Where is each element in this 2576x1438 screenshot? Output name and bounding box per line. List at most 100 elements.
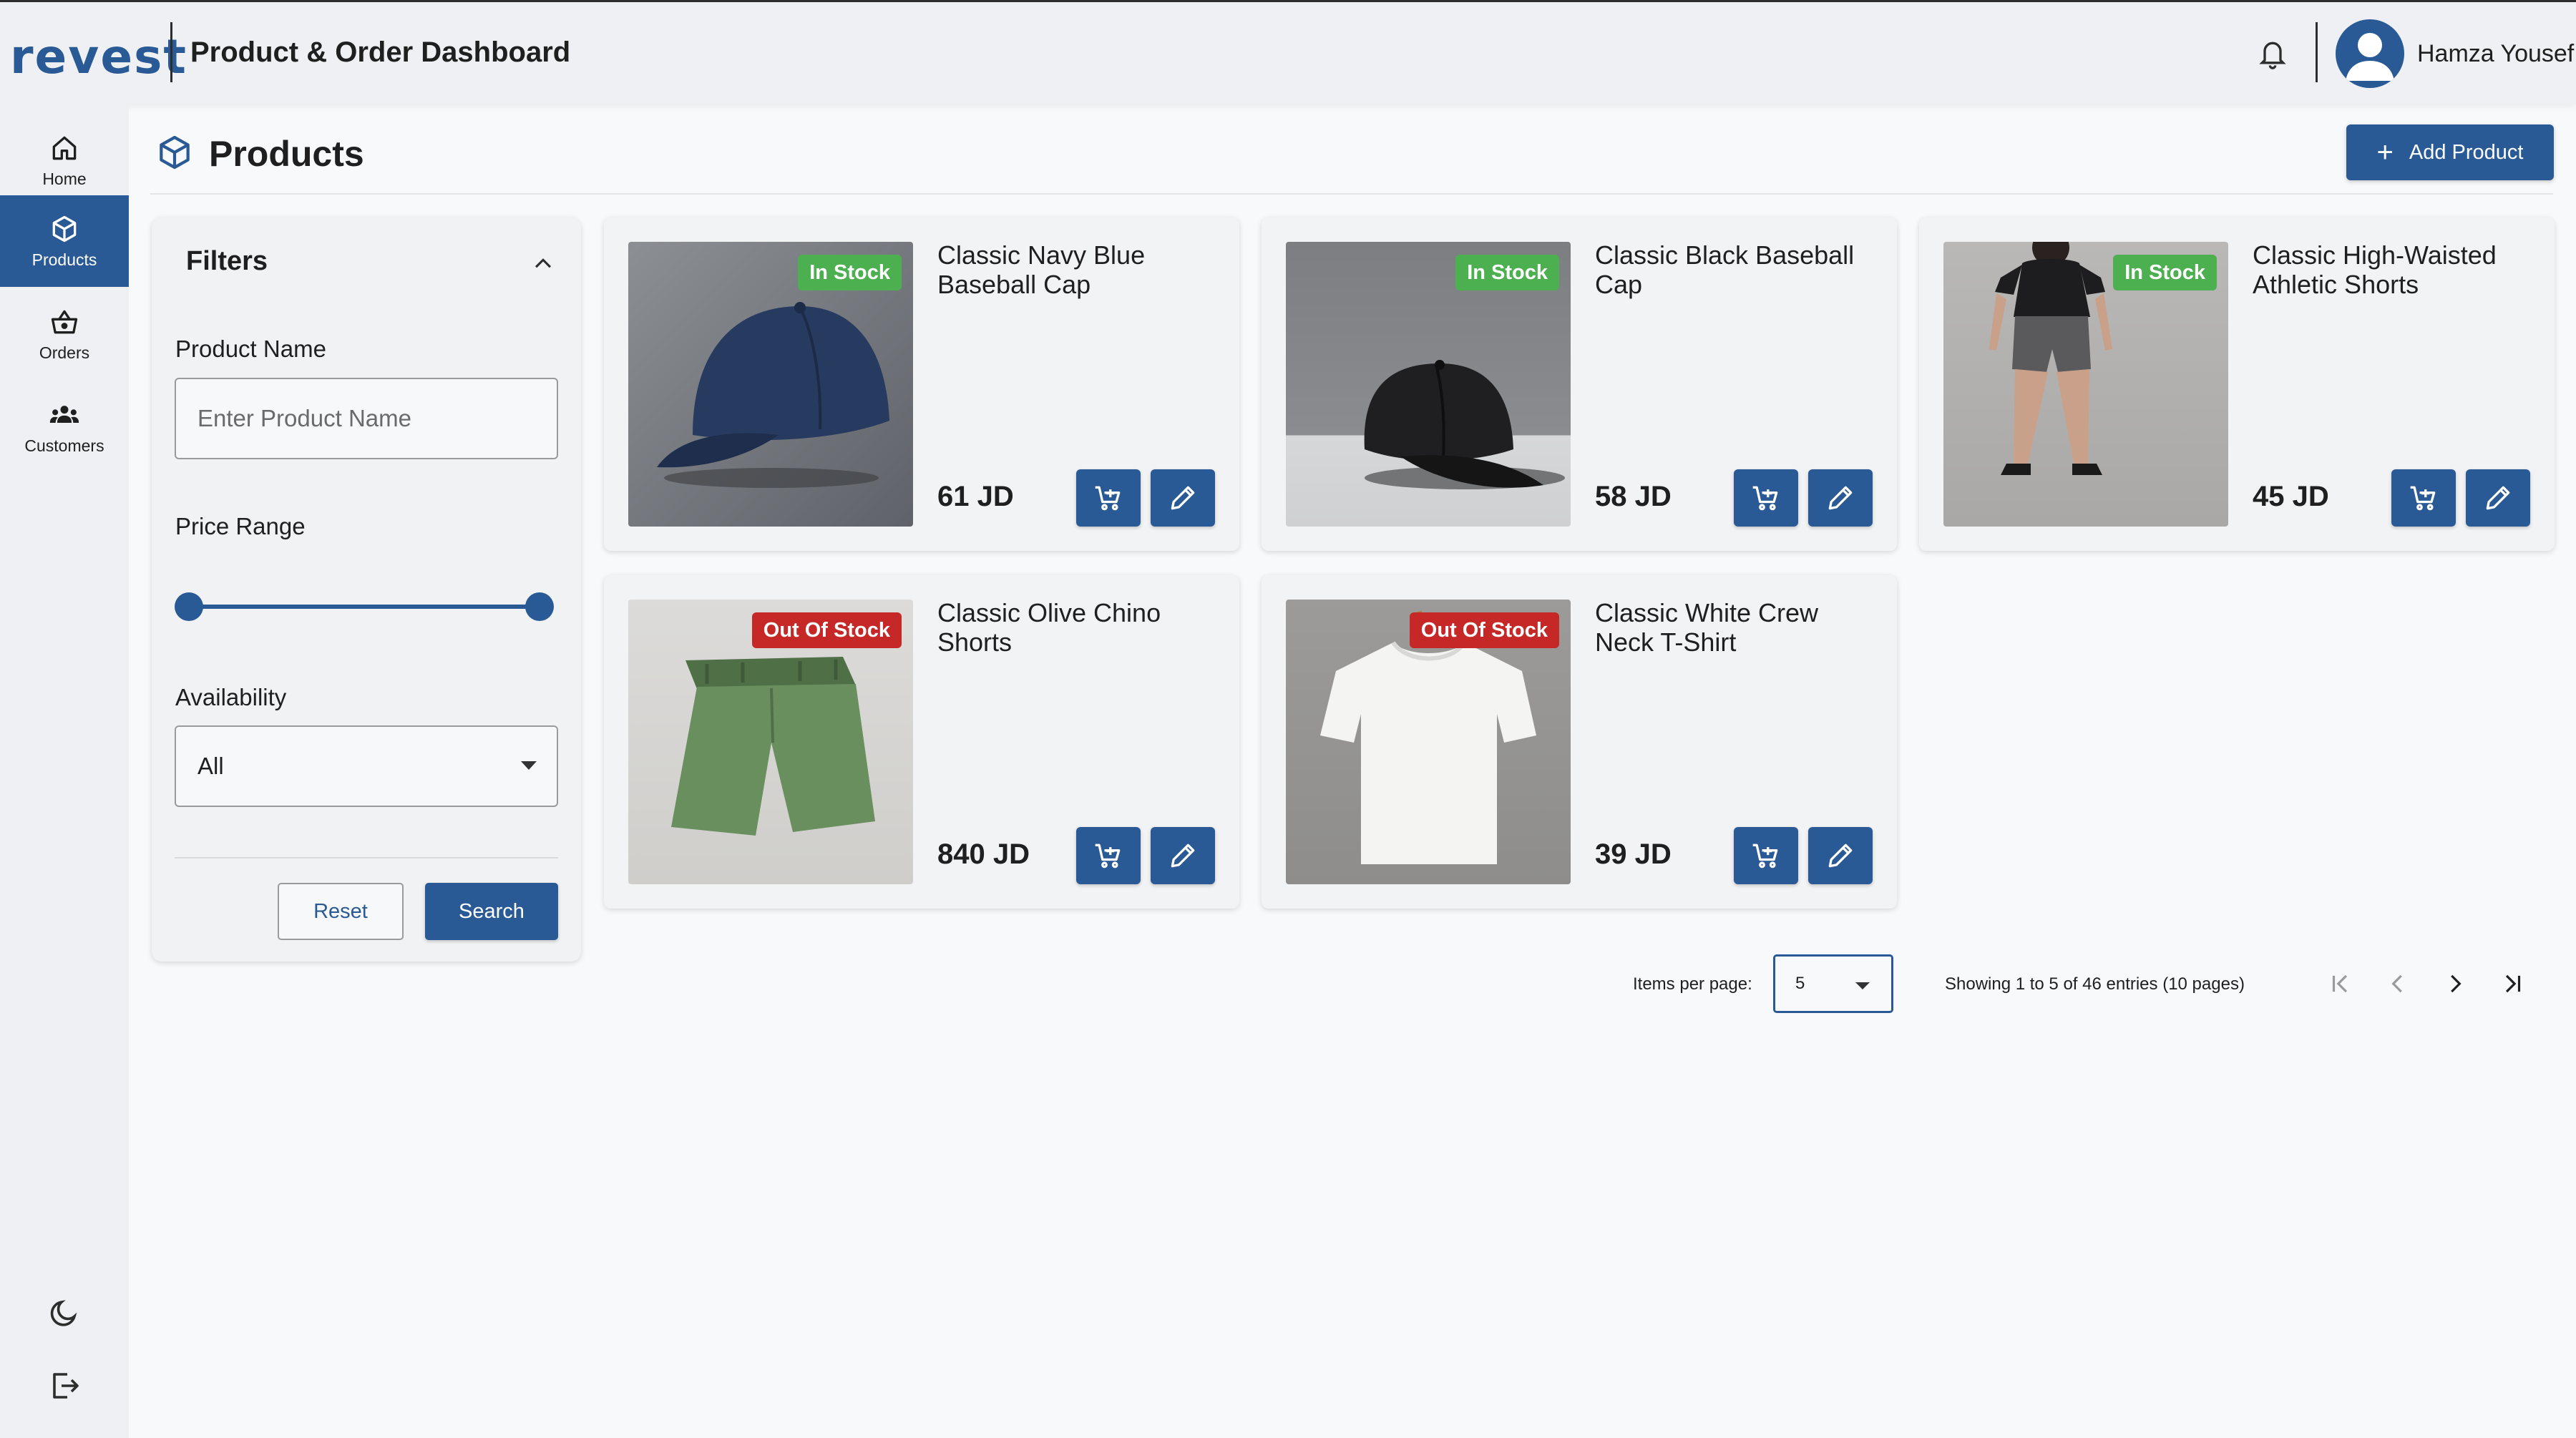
product-image: In Stock (1286, 242, 1571, 527)
product-name-input[interactable] (175, 378, 558, 459)
product-price: 39 JD (1595, 838, 1672, 870)
chevron-up-icon[interactable] (531, 252, 555, 276)
previous-page-icon[interactable] (2384, 970, 2411, 997)
product-image: In Stock (628, 242, 913, 527)
pencil-icon (2486, 486, 2510, 510)
availability-label: Availability (175, 684, 287, 710)
entries-summary: Showing 1 to 5 of 46 entries (10 pages) (1945, 974, 2245, 994)
cart-plus-icon (1752, 486, 1778, 511)
filters-panel: Filters Product Name Price Range Availab… (152, 217, 581, 962)
plus-icon: + (2376, 137, 2394, 168)
product-name: Classic White Crew Neck T-Shirt (1595, 598, 1819, 657)
edit-product-button[interactable] (1151, 827, 1215, 884)
next-page-icon[interactable] (2441, 970, 2469, 997)
product-price: 840 JD (937, 838, 1030, 870)
sidebar-item-orders[interactable]: Orders (0, 288, 129, 380)
logout-icon[interactable] (47, 1369, 82, 1403)
divider (175, 857, 558, 859)
add-to-cart-button[interactable] (1076, 827, 1141, 884)
app-title: Product & Order Dashboard (190, 36, 571, 68)
sidebar-item-label: Home (42, 169, 87, 188)
divider (150, 193, 2553, 195)
status-badge: In Stock (1455, 255, 1559, 290)
top-header: revest Product & Order Dashboard Hamza Y… (0, 0, 2576, 104)
header-divider (170, 22, 172, 82)
product-name: Classic High-Waisted Athletic Shorts (2253, 240, 2497, 299)
price-range-track[interactable] (189, 605, 540, 609)
user-icon (2346, 33, 2394, 81)
product-name: Classic Black Baseball Cap (1595, 240, 1855, 299)
product-card[interactable]: In Stock Classic High-Waisted Athletic S… (1919, 217, 2555, 551)
add-to-cart-button[interactable] (1734, 469, 1798, 527)
product-image: Out Of Stock (628, 600, 913, 884)
basket-icon (51, 310, 78, 333)
add-to-cart-button[interactable] (1076, 469, 1141, 527)
notification-bell-icon[interactable] (2257, 36, 2288, 71)
sidebar: Home Products Orders Customers (0, 104, 129, 1438)
add-product-label: Add Product (2409, 140, 2524, 164)
sidebar-item-products[interactable]: Products (0, 195, 129, 287)
reset-button[interactable]: Reset (278, 883, 404, 940)
edit-product-button[interactable] (1808, 827, 1873, 884)
availability-value: All (197, 753, 224, 779)
edit-product-button[interactable] (1808, 469, 1873, 527)
status-badge: In Stock (2113, 255, 2217, 290)
items-per-page-value: 5 (1795, 974, 1805, 993)
product-name: Classic Navy Blue Baseball Cap (937, 240, 1146, 299)
user-name[interactable]: Hamza Yousef (2417, 40, 2574, 68)
edit-product-button[interactable] (1151, 469, 1215, 527)
price-range-label: Price Range (175, 513, 306, 539)
product-image: Out Of Stock (1286, 600, 1571, 884)
product-image: In Stock (1943, 242, 2228, 527)
product-card[interactable]: In Stock Classic Navy Blue Baseball Cap … (604, 217, 1239, 551)
sidebar-item-customers[interactable]: Customers (0, 381, 129, 473)
add-product-button[interactable]: + Add Product (2346, 124, 2554, 180)
caret-down-icon (521, 761, 537, 770)
status-badge: In Stock (798, 255, 902, 290)
product-card[interactable]: In Stock Classic Black Baseball Cap 58 J… (1262, 217, 1897, 551)
header-divider (2316, 22, 2318, 82)
add-to-cart-button[interactable] (1734, 827, 1798, 884)
sidebar-item-label: Orders (39, 343, 90, 362)
price-range-min-thumb[interactable] (175, 592, 203, 621)
first-page-icon[interactable] (2327, 970, 2354, 997)
product-card[interactable]: Out Of Stock Classic Olive Chino Shorts … (604, 575, 1239, 909)
product-price: 58 JD (1595, 481, 1672, 512)
status-badge: Out Of Stock (751, 612, 902, 648)
cart-plus-icon (1095, 486, 1121, 511)
edit-product-button[interactable] (2466, 469, 2530, 527)
availability-select[interactable]: All (175, 725, 558, 807)
home-icon (52, 136, 77, 160)
pencil-icon (1171, 486, 1195, 510)
box-icon (160, 135, 190, 170)
product-name: Classic Olive Chino Shorts (937, 598, 1161, 657)
product-price: 61 JD (937, 481, 1014, 512)
sidebar-item-home[interactable]: Home (0, 114, 129, 206)
cart-plus-icon (2410, 486, 2436, 511)
product-card[interactable]: Out Of Stock Classic White Crew Neck T-S… (1262, 575, 1897, 909)
filters-title: Filters (186, 246, 268, 276)
brand-logo[interactable]: revest (10, 29, 187, 84)
items-per-page-label: Items per page: (1633, 974, 1752, 994)
pencil-icon (1171, 843, 1195, 868)
product-price: 45 JD (2253, 481, 2329, 512)
status-badge: Out Of Stock (1409, 612, 1559, 648)
avatar[interactable] (2336, 19, 2404, 88)
people-icon (49, 405, 79, 423)
search-button[interactable]: Search (425, 883, 558, 940)
sidebar-item-label: Customers (24, 436, 104, 455)
add-to-cart-button[interactable] (2391, 469, 2456, 527)
caret-down-icon (1855, 982, 1870, 989)
cart-plus-icon (1752, 843, 1778, 869)
pencil-icon (1828, 486, 1853, 510)
page-title: Products (209, 134, 364, 174)
product-name-label: Product Name (175, 336, 326, 362)
price-range-max-thumb[interactable] (525, 592, 554, 621)
pencil-icon (1828, 843, 1853, 868)
box-icon (52, 215, 77, 242)
sidebar-item-label: Products (31, 250, 97, 269)
last-page-icon[interactable] (2499, 970, 2526, 997)
cart-plus-icon (1095, 843, 1121, 869)
moon-icon[interactable] (47, 1296, 82, 1330)
items-per-page-select[interactable]: 5 (1773, 954, 1893, 1013)
